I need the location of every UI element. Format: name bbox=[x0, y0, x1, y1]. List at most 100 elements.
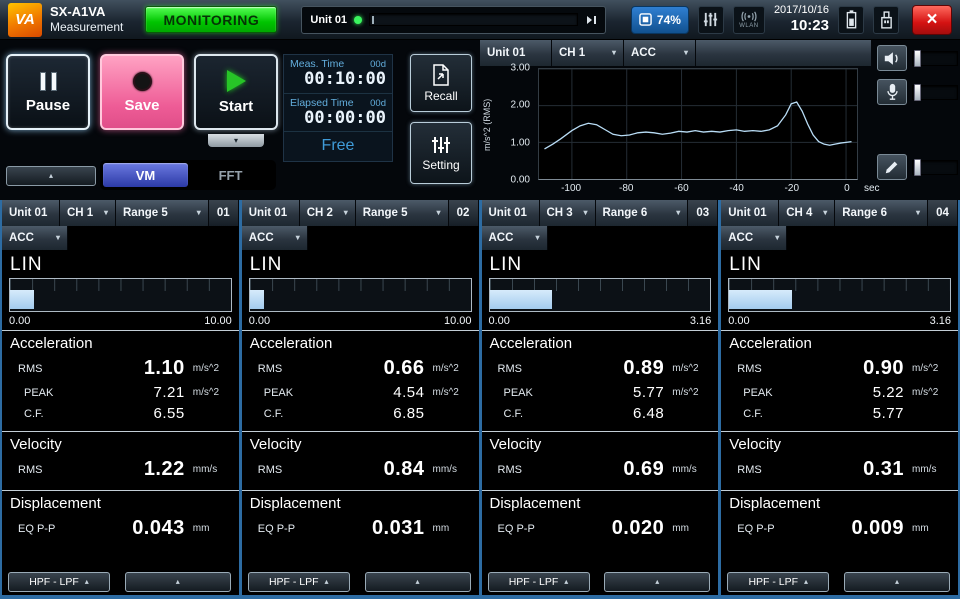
channel-header: Unit 01 CH 2 ▾ Range 5 ▾ 02 bbox=[242, 200, 479, 226]
range-select-value: Range 6 bbox=[842, 207, 887, 219]
unit-label: Unit 01 bbox=[2, 200, 60, 226]
chevron-down-icon: ▾ bbox=[296, 234, 300, 242]
section-title: Acceleration bbox=[727, 331, 952, 355]
pen-button[interactable] bbox=[877, 154, 907, 180]
slider-handle[interactable] bbox=[914, 84, 921, 101]
metric-unit: mm/s bbox=[185, 464, 233, 475]
x-tick: -60 bbox=[674, 183, 688, 194]
pen-slider[interactable] bbox=[912, 160, 958, 175]
hpf-lpf-button[interactable]: HPF - LPF ▴ bbox=[488, 572, 590, 592]
tab-vm[interactable]: VM bbox=[103, 163, 188, 187]
rms-row: RMS 0.84 mm/s bbox=[248, 456, 473, 483]
graph-quantity-select[interactable]: ACC ▾ bbox=[624, 40, 696, 66]
metric-value: 5.77 bbox=[785, 405, 904, 422]
metric-value: 0.66 bbox=[306, 357, 425, 380]
unit-monitor: Unit 01 bbox=[301, 6, 606, 34]
rms-row: RMS 0.66 m/s^2 bbox=[248, 355, 473, 382]
channel-select[interactable]: CH 4 ▾ bbox=[779, 200, 835, 226]
metric-unit: mm/s bbox=[425, 464, 473, 475]
setting-button[interactable]: Setting bbox=[410, 122, 472, 184]
status-dot bbox=[354, 16, 362, 24]
range-select[interactable]: Range 6 ▾ bbox=[835, 200, 928, 226]
audio-controls bbox=[872, 40, 960, 200]
graph-channel-select[interactable]: CH 1 ▾ bbox=[552, 40, 624, 66]
acceleration-section: Acceleration RMS 0.90 m/s^2 PEAK 5.22 m/… bbox=[721, 330, 958, 431]
quantity-select[interactable]: ACC ▾ bbox=[482, 226, 548, 250]
collapse-panel-button[interactable]: ▴ bbox=[604, 572, 710, 592]
slider-handle[interactable] bbox=[914, 50, 921, 67]
monitoring-button[interactable]: MONITORING bbox=[145, 6, 277, 33]
metric-unit: m/s^2 bbox=[425, 363, 473, 374]
quantity-select-value: ACC bbox=[249, 232, 274, 244]
velocity-section: Velocity RMS 0.69 mm/s bbox=[482, 431, 719, 490]
channel-grid: Unit 01 CH 1 ▾ Range 5 ▾ 01 ACC ▾ LIN bbox=[0, 200, 960, 599]
range-select[interactable]: Range 5 ▾ bbox=[356, 200, 449, 226]
eqpp-row: EQ P-P 0.009 mm bbox=[727, 515, 952, 542]
x-tick: -80 bbox=[619, 183, 633, 194]
view-mode-tabs: VM FFT bbox=[100, 160, 276, 190]
collapse-panel-button[interactable]: ▴ bbox=[844, 572, 950, 592]
wlan-label: WLAN bbox=[739, 23, 758, 29]
record-icon bbox=[133, 72, 152, 91]
channel-select[interactable]: CH 1 ▾ bbox=[60, 200, 116, 226]
meter-max: 10.00 bbox=[444, 315, 472, 327]
hpf-lpf-button[interactable]: HPF - LPF ▴ bbox=[248, 572, 350, 592]
channel-select[interactable]: CH 2 ▾ bbox=[300, 200, 356, 226]
chevron-down-icon: ▾ bbox=[234, 136, 238, 145]
range-select[interactable]: Range 6 ▾ bbox=[596, 200, 689, 226]
mixer-button[interactable] bbox=[698, 6, 724, 34]
pause-button[interactable]: Pause bbox=[6, 54, 90, 130]
meter-min: 0.00 bbox=[728, 315, 749, 327]
chevron-up-icon: ▴ bbox=[325, 578, 329, 586]
speaker-button[interactable] bbox=[877, 45, 907, 71]
slider-handle[interactable] bbox=[914, 159, 921, 176]
metric-value: 5.77 bbox=[546, 384, 665, 401]
battery-badge[interactable]: 74% bbox=[631, 6, 689, 34]
time-label: 10:23 bbox=[791, 17, 829, 35]
start-options-handle[interactable]: ▾ bbox=[208, 134, 264, 147]
cf-row: C.F. 6.55 bbox=[8, 403, 233, 424]
level-bar-meter bbox=[489, 278, 712, 312]
velocity-section: Velocity RMS 0.84 mm/s bbox=[242, 431, 479, 490]
app-title: SX-A1VA Measurement bbox=[50, 4, 123, 35]
collapse-controls-button[interactable]: ▴ bbox=[6, 166, 96, 186]
metric-label: PEAK bbox=[488, 387, 546, 399]
channel-select-value: CH 4 bbox=[786, 207, 812, 219]
metric-label: RMS bbox=[248, 363, 306, 375]
metric-label: RMS bbox=[8, 363, 66, 375]
x-tick: -20 bbox=[785, 183, 799, 194]
collapse-panel-button[interactable]: ▴ bbox=[125, 572, 231, 592]
quantity-select[interactable]: ACC ▾ bbox=[721, 226, 787, 250]
quantity-select[interactable]: ACC ▾ bbox=[2, 226, 68, 250]
tab-fft[interactable]: FFT bbox=[188, 163, 273, 187]
close-button[interactable]: × bbox=[912, 5, 952, 35]
speaker-volume-slider[interactable] bbox=[912, 51, 958, 66]
metric-label: C.F. bbox=[248, 408, 306, 420]
scale-type-label: LIN bbox=[721, 250, 958, 275]
channel-panel-2: Unit 01 CH 2 ▾ Range 5 ▾ 02 ACC ▾ LIN bbox=[242, 200, 479, 595]
meas-time-row: Meas. Time 00d 00:10:00 bbox=[284, 55, 392, 94]
quantity-select-value: ACC bbox=[9, 232, 34, 244]
chevron-up-icon: ▴ bbox=[564, 578, 568, 586]
meas-time-value: 00:10:00 bbox=[290, 70, 386, 89]
mic-button[interactable] bbox=[877, 79, 907, 105]
collapse-panel-button[interactable]: ▴ bbox=[365, 572, 471, 592]
chevron-up-icon: ▴ bbox=[85, 578, 89, 586]
save-button[interactable]: Save bbox=[100, 54, 184, 130]
metric-value: 0.009 bbox=[785, 517, 904, 540]
range-select[interactable]: Range 5 ▾ bbox=[116, 200, 209, 226]
recall-icon bbox=[431, 64, 451, 86]
hpf-lpf-button[interactable]: HPF - LPF ▴ bbox=[727, 572, 829, 592]
start-button[interactable]: Start bbox=[194, 54, 278, 130]
recall-button[interactable]: Recall bbox=[410, 54, 472, 112]
mic-level-slider[interactable] bbox=[912, 85, 958, 100]
channel-select[interactable]: CH 3 ▾ bbox=[540, 200, 596, 226]
hpf-lpf-button[interactable]: HPF - LPF ▴ bbox=[8, 572, 110, 592]
quantity-select[interactable]: ACC ▾ bbox=[242, 226, 308, 250]
quantity-row: ACC ▾ bbox=[721, 226, 958, 250]
battery-percent: 74% bbox=[657, 13, 681, 27]
eqpp-row: EQ P-P 0.031 mm bbox=[248, 515, 473, 542]
measurement-screen: VA SX-A1VA Measurement MONITORING Unit 0… bbox=[0, 0, 960, 599]
meter-min: 0.00 bbox=[249, 315, 270, 327]
meter-scale: 0.00 10.00 bbox=[2, 312, 239, 330]
